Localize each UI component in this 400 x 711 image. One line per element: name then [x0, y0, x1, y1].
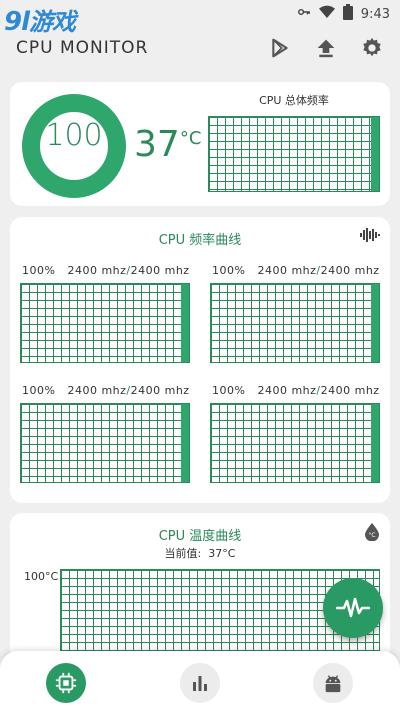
- clock-time: 9:43: [360, 6, 390, 22]
- core-3-usage: 100%: [212, 384, 246, 397]
- overall-frequency-bar: [371, 117, 379, 191]
- wifi-icon: [318, 5, 335, 23]
- status-icons: 9:43: [297, 4, 390, 24]
- core-0-graph: [20, 283, 190, 363]
- key-icon: [297, 5, 311, 23]
- current-temperature-value: 37°C: [208, 547, 236, 560]
- cpu-temperature: 37°C: [134, 124, 201, 165]
- app-bar: CPU MONITOR: [0, 26, 400, 72]
- core-0-frequency: 2400 mhz: [67, 264, 127, 277]
- cpu-usage-value: 100: [45, 118, 103, 153]
- status-bar: 9l游戏 9:43: [0, 0, 400, 37]
- play-store-button[interactable]: [268, 36, 292, 60]
- current-temperature-label: 当前值:: [164, 547, 202, 560]
- bottom-navigation: [0, 651, 400, 711]
- core-0-bar: [181, 284, 189, 362]
- monitor-fab[interactable]: [323, 578, 383, 638]
- settings-button[interactable]: [360, 36, 384, 60]
- overall-frequency-graph: [208, 116, 380, 192]
- core-2-graph: [20, 403, 190, 483]
- temperature-curve-title: CPU 温度曲线: [158, 529, 242, 544]
- svg-text:°C: °C: [368, 532, 375, 539]
- core-1-graph: [210, 283, 380, 363]
- pulse-icon: [336, 597, 370, 618]
- core-1-frequency: 2400 mhz: [257, 264, 317, 277]
- bar-chart-icon: [193, 676, 207, 691]
- nav-device[interactable]: [313, 663, 353, 703]
- core-2-max-frequency: 2400 mhz: [130, 384, 190, 397]
- core-3-bar: [371, 404, 379, 482]
- core-3-label: 100% 2400 mhz/2400 mhz: [212, 384, 380, 397]
- play-store-icon: [272, 38, 288, 58]
- upload-button[interactable]: [314, 36, 338, 60]
- cpu-usage-ring: 100: [22, 94, 126, 198]
- cpu-temperature-unit: °C: [179, 128, 202, 149]
- nav-cpu[interactable]: [46, 663, 86, 703]
- current-temperature: 当前值: 37°C: [10, 545, 390, 561]
- app-bar-actions: [268, 36, 384, 60]
- core-1-bar: [371, 284, 379, 362]
- core-0-usage: 100%: [22, 264, 56, 277]
- core-2-bar: [181, 404, 189, 482]
- battery-icon: [342, 4, 353, 24]
- thermometer-icon: °C: [364, 523, 380, 545]
- core-0-label: 100% 2400 mhz/2400 mhz: [22, 264, 190, 277]
- overall-frequency-title: CPU 总体频率: [259, 94, 329, 107]
- core-3-graph: [210, 403, 380, 483]
- core-3-max-frequency: 2400 mhz: [320, 384, 380, 397]
- core-2-label: 100% 2400 mhz/2400 mhz: [22, 384, 190, 397]
- app-title: CPU MONITOR: [16, 38, 149, 58]
- y-axis-top-label: 100°C: [24, 570, 59, 583]
- core-2-frequency: 2400 mhz: [67, 384, 127, 397]
- settings-icon: [363, 37, 381, 57]
- core-2-usage: 100%: [22, 384, 56, 397]
- cpu-temperature-value: 37: [134, 124, 180, 165]
- core-0-max-frequency: 2400 mhz: [130, 264, 190, 277]
- frequency-curve-title: CPU 频率曲线: [158, 233, 242, 248]
- overview-card: 100 37°C CPU 总体频率: [10, 82, 390, 206]
- nav-statistics[interactable]: [180, 663, 220, 703]
- cpu-chip-icon: [55, 672, 77, 694]
- waveform-icon: [360, 227, 380, 247]
- frequency-curve-card: CPU 频率曲线 100% 2400 mhz/2400 mhz 100% 240…: [10, 217, 390, 503]
- core-1-max-frequency: 2400 mhz: [320, 264, 380, 277]
- upload-icon: [317, 39, 335, 58]
- core-1-usage: 100%: [212, 264, 246, 277]
- core-3-frequency: 2400 mhz: [257, 384, 317, 397]
- core-1-label: 100% 2400 mhz/2400 mhz: [212, 264, 380, 277]
- android-icon: [325, 675, 341, 693]
